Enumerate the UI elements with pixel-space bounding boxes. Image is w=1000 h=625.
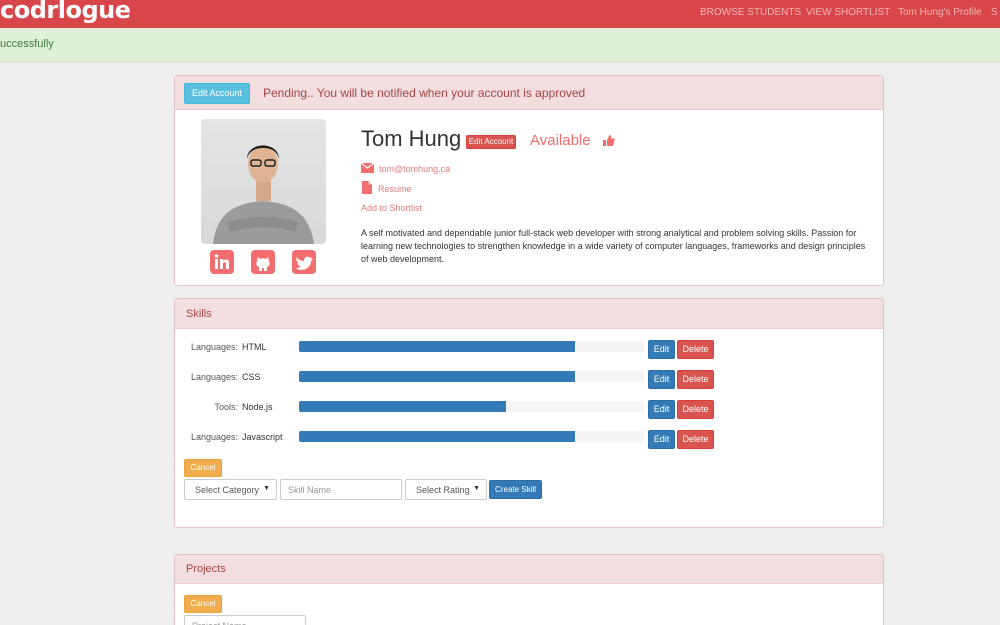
profile-name: Tom Hung <box>361 126 462 151</box>
email-link[interactable]: tom@tomhung.ca <box>379 164 450 174</box>
skill-progress-bar <box>299 431 644 442</box>
rating-select[interactable]: Select Rating ▼ <box>405 479 487 500</box>
delete-skill-button[interactable]: Delete <box>677 400 714 419</box>
skill-name: Node.js <box>242 402 273 412</box>
skill-category: Languages: <box>190 432 238 442</box>
skills-panel: Skills Languages: HTML Edit Delete Langu… <box>174 298 884 528</box>
github-icon[interactable] <box>251 250 275 274</box>
skill-progress-bar <box>299 371 644 382</box>
caret-down-icon: ▼ <box>473 485 480 492</box>
cancel-skill-button[interactable]: Cancel <box>184 459 222 477</box>
profile-panel: Edit Account Pending.. You will be notif… <box>174 75 884 286</box>
success-alert: uccessfully <box>0 28 1000 62</box>
edit-skill-button[interactable]: Edit <box>648 400 675 419</box>
rating-select-value: Select Rating <box>416 485 470 495</box>
nav-profile[interactable]: Tom Hung's Profile <box>898 7 982 18</box>
projects-panel: Projects Cancel <box>174 554 884 625</box>
caret-down-icon: ▼ <box>263 485 270 492</box>
brand-logo[interactable]: codrlogue <box>0 0 131 24</box>
skills-panel-heading: Skills <box>175 299 883 329</box>
category-select[interactable]: Select Category ▼ <box>184 479 277 500</box>
availability-status: Available <box>530 132 591 149</box>
alert-text: uccessfully <box>0 38 54 50</box>
skill-name: Javascript <box>242 432 283 442</box>
add-to-shortlist-link[interactable]: Add to Shortlist <box>361 203 422 213</box>
skill-name: CSS <box>242 372 261 382</box>
edit-skill-button[interactable]: Edit <box>648 370 675 389</box>
edit-skill-button[interactable]: Edit <box>648 340 675 359</box>
resume-link[interactable]: Resume <box>378 184 412 194</box>
skill-name-input[interactable] <box>280 479 402 500</box>
navbar: codrlogue BROWSE STUDENTS VIEW SHORTLIST… <box>0 0 1000 28</box>
nav-view-shortlist[interactable]: VIEW SHORTLIST <box>806 7 890 18</box>
pending-status-text: Pending.. You will be notified when your… <box>263 86 586 100</box>
delete-skill-button[interactable]: Delete <box>677 340 714 359</box>
skills-title: Skills <box>186 308 212 320</box>
skill-category: Languages: <box>190 372 238 382</box>
linkedin-icon[interactable] <box>210 250 234 274</box>
envelope-icon <box>361 163 374 173</box>
file-icon <box>362 181 372 194</box>
cancel-project-button[interactable]: Cancel <box>184 595 222 613</box>
person-avatar-icon <box>213 145 314 244</box>
category-select-value: Select Category <box>195 485 260 495</box>
projects-title: Projects <box>186 563 226 575</box>
skill-progress-bar <box>299 401 644 412</box>
profile-bio: A self motivated and dependable junior f… <box>361 228 866 264</box>
delete-skill-button[interactable]: Delete <box>677 430 714 449</box>
project-name-input[interactable] <box>184 615 306 625</box>
skill-category: Tools: <box>214 402 238 412</box>
profile-panel-heading: Edit Account Pending.. You will be notif… <box>175 76 883 110</box>
profile-photo <box>201 119 326 244</box>
edit-account-button[interactable]: Edit Account <box>184 83 250 104</box>
nav-more[interactable]: S <box>991 7 998 18</box>
delete-skill-button[interactable]: Delete <box>677 370 714 389</box>
skill-category: Languages: <box>190 342 238 352</box>
skill-name: HTML <box>242 342 267 352</box>
create-skill-button[interactable]: Create Skill <box>489 480 542 499</box>
skill-progress-bar <box>299 341 644 352</box>
nav-browse-students[interactable]: BROWSE STUDENTS <box>700 7 801 18</box>
twitter-icon[interactable] <box>292 250 316 274</box>
thumbs-up-icon[interactable] <box>602 134 615 147</box>
edit-account-badge[interactable]: Edit Account <box>466 135 516 149</box>
projects-panel-heading: Projects <box>175 555 883 584</box>
edit-skill-button[interactable]: Edit <box>648 430 675 449</box>
